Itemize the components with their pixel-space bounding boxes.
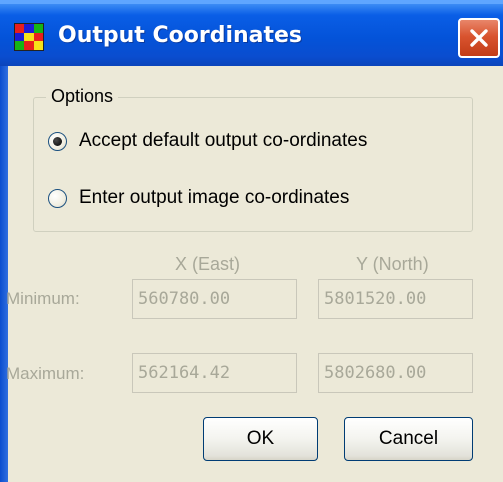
min-y-field[interactable]: 5801520.00: [318, 279, 473, 319]
options-legend: Options: [46, 86, 119, 107]
cancel-button[interactable]: Cancel: [344, 417, 473, 461]
app-grid-icon: [14, 23, 44, 51]
window-frame-left: [0, 66, 8, 482]
min-x-field[interactable]: 560780.00: [132, 279, 297, 319]
close-icon: [470, 29, 488, 47]
title-bar[interactable]: Output Coordinates: [0, 0, 503, 66]
ok-button[interactable]: OK: [203, 417, 318, 461]
window-title: Output Coordinates: [58, 23, 303, 48]
options-group: [33, 97, 473, 232]
radio-unchecked-icon[interactable]: [48, 188, 67, 208]
radio-accept-default-label[interactable]: Accept default output co-ordinates: [79, 130, 367, 152]
max-x-field[interactable]: 562164.42: [132, 353, 297, 393]
maximum-label: Maximum:: [6, 364, 85, 383]
max-y-field[interactable]: 5802680.00: [318, 353, 473, 393]
close-button[interactable]: [458, 18, 500, 58]
minimum-label: Minimum:: [6, 289, 80, 308]
radio-accept-default[interactable]: Accept default output co-ordinates: [48, 130, 367, 152]
radio-enter-output[interactable]: Enter output image co-ordinates: [48, 187, 349, 209]
y-north-header: Y (North): [356, 254, 429, 274]
radio-enter-output-label[interactable]: Enter output image co-ordinates: [79, 187, 349, 209]
output-coordinates-dialog: Output Coordinates Options Accept defaul…: [0, 0, 503, 482]
radio-checked-icon[interactable]: [48, 131, 67, 151]
x-east-header: X (East): [175, 254, 241, 274]
